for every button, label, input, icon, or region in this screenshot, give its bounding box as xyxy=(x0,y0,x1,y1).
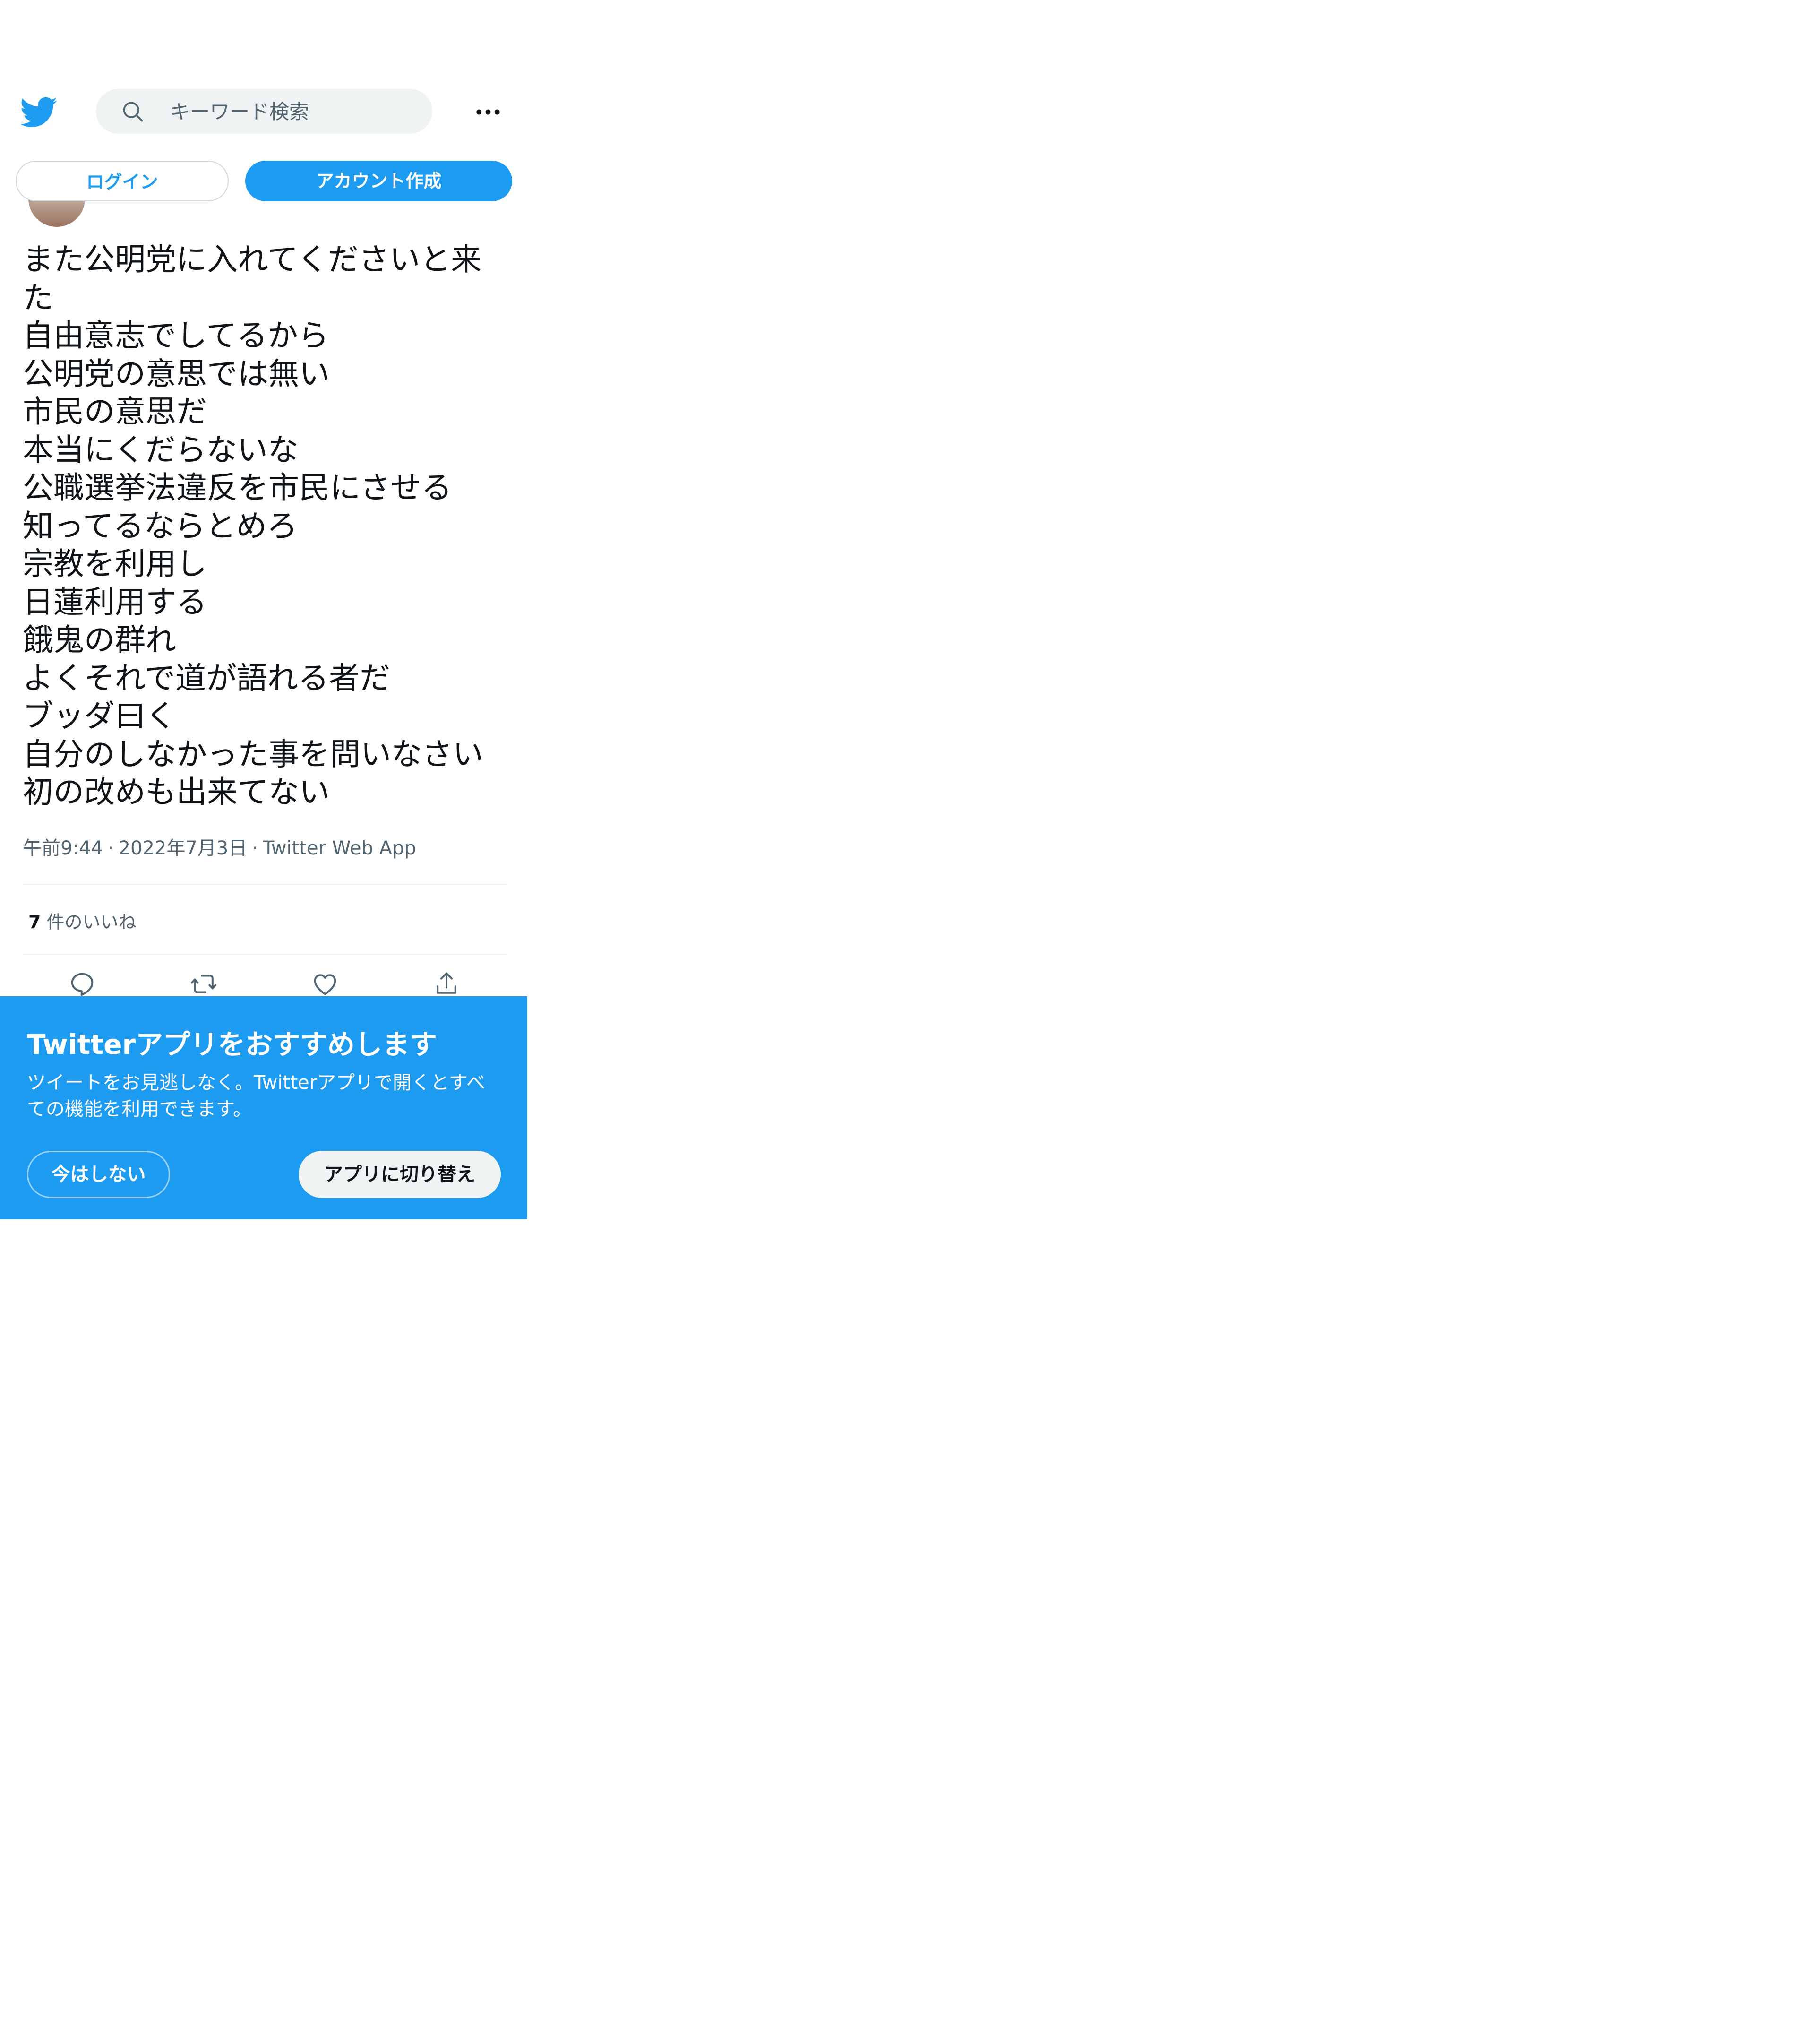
login-button[interactable]: ログイン xyxy=(16,161,229,201)
search-icon xyxy=(123,102,143,122)
share-icon[interactable] xyxy=(432,970,461,998)
like-count: 7 xyxy=(28,912,41,932)
tweet-text-line: よくそれで道が語れる者だ xyxy=(23,660,391,696)
divider xyxy=(23,954,507,955)
reply-icon[interactable] xyxy=(68,970,96,998)
signup-button[interactable]: アカウント作成 xyxy=(245,161,512,201)
tweet-text-line: 市民の意思だ xyxy=(23,394,207,430)
promo-title: Twitterアプリをおすすめします xyxy=(27,1028,438,1061)
like-count-row[interactable]: 7 件のいいね xyxy=(28,907,136,933)
tweet-text-line: 日蓮利用する xyxy=(23,584,207,620)
top-header xyxy=(0,76,527,147)
like-icon[interactable] xyxy=(311,970,339,998)
tweet-text-line: 初の改めも出来てない xyxy=(23,775,330,810)
tweet-text-line: 宗教を利用し xyxy=(23,546,207,582)
tweet-text: また公明党に入れてくださいと来た自由意志でしてるから 公明党の意思では無い 市民の意… xyxy=(23,241,514,812)
tweet-text-line: ブッダ曰く xyxy=(23,699,177,734)
promo-body: ツイートをお見逃しなく。Twitterアプリで開くとすべ ての機能を利用できます… xyxy=(27,1070,504,1122)
like-count-label: 件のいいね xyxy=(46,912,137,932)
tweet-time[interactable]: 午前9:44 xyxy=(23,837,103,859)
tweet-text-line: 餓鬼の群れ xyxy=(23,622,177,658)
divider xyxy=(23,884,507,885)
tweet-text-line: た xyxy=(23,280,54,316)
more-options-icon[interactable] xyxy=(472,96,504,128)
not-now-button[interactable]: 今はしない xyxy=(27,1151,170,1198)
meta-separator: · xyxy=(252,837,258,859)
retweet-icon[interactable] xyxy=(189,970,218,998)
app-promo-banner: Twitterアプリをおすすめします ツイートをお見逃しなく。Twitterアプ… xyxy=(0,996,527,1219)
tweet-text-line: 自由意志でしてるから xyxy=(23,318,329,354)
tweet-date[interactable]: 2022年7月3日 xyxy=(119,837,248,859)
tweet-source[interactable]: Twitter Web App xyxy=(263,837,416,859)
tweet-text-line: また公明党に入れてくださいと来 xyxy=(23,242,482,277)
tweet-text-line: 知ってるならとめろ xyxy=(23,508,298,544)
tweet-text-line: 公明党の意思では無い xyxy=(23,356,330,392)
tweet-text-line: 本当にくだらないな xyxy=(23,432,299,468)
search-input[interactable] xyxy=(169,89,417,135)
meta-separator: · xyxy=(107,837,114,859)
tweet-meta: 午前9:44 · 2022年7月3日 · Twitter Web App xyxy=(23,833,416,860)
search-bar[interactable] xyxy=(96,89,432,135)
switch-to-app-button[interactable]: アプリに切り替え xyxy=(299,1151,501,1198)
tweet-text-line: 公職選挙法違反を市民にさせる xyxy=(23,470,452,506)
twitter-logo-icon[interactable] xyxy=(21,94,58,130)
promo-body-line: ツイートをお見逃しなく。Twitterアプリで開くとすべ xyxy=(27,1072,486,1094)
promo-body-line: ての機能を利用できます。 xyxy=(27,1098,252,1120)
tweet-text-line: 自分のしなかった事を問いなさい xyxy=(23,736,484,772)
